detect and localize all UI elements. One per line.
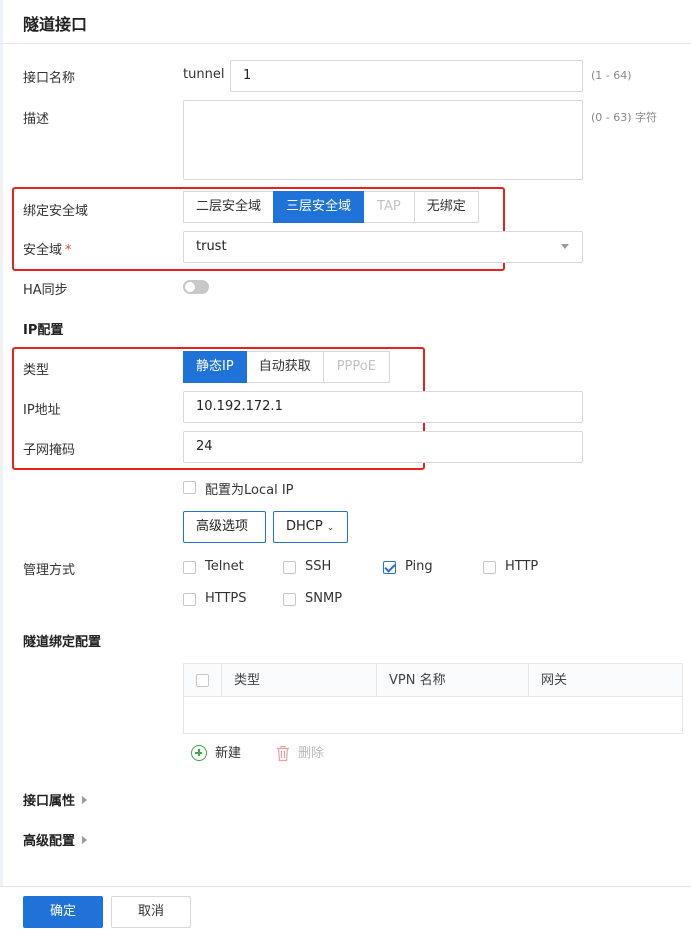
ip-address-label: IP地址 (23, 403, 61, 418)
bind-zone-option-none[interactable]: 无绑定 (413, 191, 479, 223)
subnet-mask-label: 子网掩码 (23, 443, 76, 458)
interface-name-hint: (1 - 64) (591, 69, 632, 82)
ip-config-section-title: IP配置 (23, 323, 64, 338)
snmp-label: SNMP (305, 591, 343, 606)
advanced-config-label: 高级配置 (23, 834, 76, 849)
chevron-down-icon: ⌄ (326, 523, 335, 533)
caret-right-icon (82, 796, 88, 804)
ha-sync-label: HA同步 (23, 283, 68, 298)
http-checkbox[interactable] (483, 561, 496, 574)
security-zone-label-text: 安全域 (23, 243, 63, 258)
interface-name-input[interactable]: 1 (230, 60, 583, 92)
dropdown-arrow-icon (561, 244, 569, 249)
bind-zone-option-layer2[interactable]: 二层安全域 (183, 191, 275, 223)
description-label: 描述 (23, 112, 50, 127)
plus-icon (191, 745, 207, 761)
bind-zone-label: 绑定安全域 (23, 204, 89, 219)
subnet-mask-input[interactable]: 24 (183, 431, 583, 463)
local-ip-checkbox[interactable] (183, 481, 196, 494)
snmp-checkbox[interactable] (283, 593, 296, 606)
delete-button-label: 删除 (298, 746, 325, 761)
ip-type-option-auto[interactable]: 自动获取 (245, 351, 324, 383)
management-label: 管理方式 (23, 563, 76, 578)
advanced-options-button[interactable]: 高级选项 (183, 511, 266, 543)
bind-zone-segmented: 二层安全域 三层安全域 TAP 无绑定 (183, 191, 479, 223)
left-edge (0, 0, 3, 940)
ping-checkbox[interactable] (383, 561, 396, 574)
description-textarea[interactable] (183, 100, 583, 180)
column-header-vpn-name[interactable]: VPN 名称 (377, 664, 446, 697)
http-label: HTTP (505, 559, 539, 574)
interface-name-prefix: tunnel (183, 67, 225, 82)
telnet-label: Telnet (205, 559, 244, 574)
tunnel-binding-table: 类型 VPN 名称 网关 (183, 663, 683, 734)
ip-type-option-static[interactable]: 静态IP (183, 351, 247, 383)
select-all-checkbox[interactable] (196, 674, 209, 687)
ip-type-label: 类型 (23, 363, 50, 378)
dialog-title: 隧道接口 (23, 15, 88, 34)
ssh-label: SSH (305, 559, 332, 574)
confirm-button[interactable]: 确定 (23, 896, 103, 928)
interface-properties-label: 接口属性 (23, 794, 76, 809)
local-ip-label: 配置为Local IP (205, 483, 294, 498)
https-label: HTTPS (205, 591, 247, 606)
security-zone-select[interactable]: trust (183, 231, 583, 263)
dhcp-button[interactable]: DHCP ⌄ (273, 511, 348, 543)
https-checkbox[interactable] (183, 593, 196, 606)
ha-sync-toggle[interactable] (183, 280, 209, 294)
bind-zone-option-tap: TAP (363, 191, 415, 223)
bind-zone-option-layer3[interactable]: 三层安全域 (273, 191, 365, 223)
security-zone-value: trust (196, 239, 227, 254)
telnet-checkbox[interactable] (183, 561, 196, 574)
advanced-config-toggle[interactable]: 高级配置 (23, 830, 88, 849)
tunnel-binding-section-title: 隧道绑定配置 (23, 635, 102, 650)
ip-type-option-pppoe: PPPoE (322, 351, 390, 383)
security-zone-label: 安全域 * (23, 239, 72, 258)
toggle-knob (185, 282, 195, 292)
caret-right-icon (82, 836, 88, 844)
ping-label: Ping (405, 559, 433, 574)
cancel-button[interactable]: 取消 (111, 896, 191, 928)
dhcp-button-label: DHCP (286, 519, 323, 534)
ip-type-segmented: 静态IP 自动获取 PPPoE (183, 351, 390, 383)
table-header: 类型 VPN 名称 网关 (184, 664, 682, 697)
trash-icon (277, 745, 289, 762)
description-hint: (0 - 63) 字符 (591, 111, 658, 124)
dialog-footer: 确定 取消 (0, 886, 691, 940)
dialog-header: 隧道接口 (0, 0, 691, 44)
ip-address-input[interactable]: 10.192.172.1 (183, 391, 583, 423)
interface-properties-toggle[interactable]: 接口属性 (23, 790, 88, 809)
ssh-checkbox[interactable] (283, 561, 296, 574)
interface-name-label: 接口名称 (23, 71, 76, 86)
required-mark: * (65, 243, 72, 258)
column-header-type[interactable]: 类型 (222, 664, 260, 697)
column-header-gateway[interactable]: 网关 (529, 664, 567, 697)
new-button-label: 新建 (215, 746, 242, 761)
